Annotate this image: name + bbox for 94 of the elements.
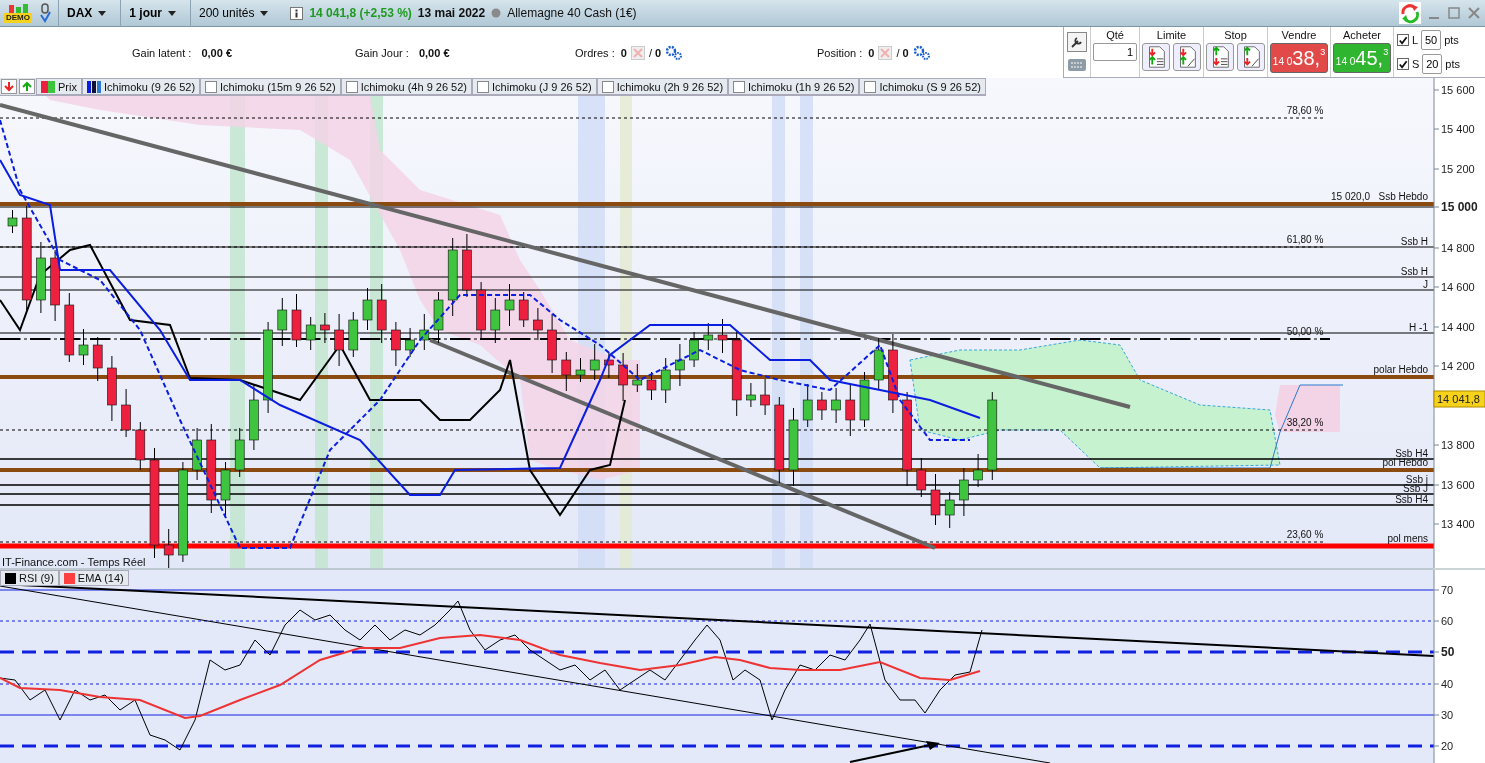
instrument-name: Allemagne 40 Cash (1€) <box>507 6 637 20</box>
counter-text: Position : 0 <box>817 46 875 59</box>
fibonacci-label: 38,20 % <box>1286 417 1324 428</box>
keyboard-icon[interactable] <box>1067 58 1087 72</box>
quantity-field[interactable]: 1 <box>1093 43 1137 61</box>
offset-label: L <box>1412 34 1419 46</box>
pending-count: / 0 <box>896 46 909 59</box>
gears-icon[interactable] <box>665 44 684 61</box>
indicator-legend-item[interactable]: Ichimoku (4h 9 26 52) <box>340 78 472 95</box>
stop-label: Stop <box>1224 29 1247 41</box>
gain-text: Gain Jour : 0,00 € <box>355 46 451 59</box>
offset-label: S <box>1412 58 1420 70</box>
offset-field[interactable]: 20 <box>1422 54 1443 74</box>
level-value: 15 020,0 <box>1331 191 1370 202</box>
indicator-legend-item[interactable]: Ichimoku (1h 9 26 52) <box>728 78 860 95</box>
level-label: Ssb H4 <box>1395 494 1428 505</box>
close-icon[interactable] <box>1467 6 1481 20</box>
unit-label: pts <box>1444 34 1459 46</box>
fibonacci-label: 50,00 % <box>1286 326 1324 337</box>
level-label: H -1 <box>1409 322 1428 333</box>
data-source-label: IT-Finance.com - Temps Réel <box>2 556 146 568</box>
pin-icon[interactable] <box>38 2 52 24</box>
indicator-legend-item[interactable]: EMA (14) <box>58 570 129 586</box>
bar-chart-icon <box>7 3 29 13</box>
limit-order-button[interactable] <box>1173 43 1201 71</box>
fibonacci-label: 78,60 % <box>1286 105 1324 116</box>
dropdown-button[interactable]: DAX <box>58 0 115 27</box>
up-arrow-icon[interactable] <box>19 79 35 94</box>
level-label: polar Hebdo <box>1373 364 1428 375</box>
level-label: pol Hebdo <box>1382 457 1428 468</box>
level-label: Ssb Hebdo <box>1378 191 1428 202</box>
indicator-legend-item[interactable]: Prix <box>36 78 82 95</box>
indicator-legend-item[interactable]: RSI (9) <box>0 570 59 586</box>
axis-label: 14 800 <box>1441 242 1475 254</box>
gears-icon[interactable] <box>912 44 931 61</box>
unit-label: pts <box>1445 58 1461 70</box>
offset-field[interactable]: 50 <box>1421 30 1442 50</box>
limit-label: Limite <box>1156 29 1187 41</box>
caret-icon <box>260 10 269 16</box>
wrench-icon[interactable] <box>1067 32 1087 52</box>
level-label: Ssb H <box>1400 266 1428 277</box>
axis-label: 30 <box>1441 709 1454 721</box>
axis-label: 50 <box>1441 645 1455 659</box>
axis-label: 13 800 <box>1441 439 1475 451</box>
demo-label: DEMO <box>4 12 32 23</box>
line-swatch-icon <box>86 80 101 93</box>
caret-icon <box>98 10 107 16</box>
indicator-legend-item[interactable]: Ichimoku (15m 9 26 52) <box>200 78 341 95</box>
stop-order-button[interactable] <box>1206 43 1234 71</box>
fibonacci-label: 23,60 % <box>1286 529 1324 540</box>
fibonacci-label: 61,80 % <box>1286 234 1324 245</box>
axis-label: 15 200 <box>1441 163 1475 175</box>
stop-order-button[interactable] <box>1237 43 1265 71</box>
checkbox[interactable] <box>1397 58 1409 70</box>
sell-label: Vendre <box>1281 29 1317 41</box>
refresh-icon[interactable] <box>1399 2 1421 24</box>
gain-text: Gain latent : 0,00 € <box>132 46 234 59</box>
buy-label: Acheter <box>1343 29 1381 41</box>
axis-label: 14 400 <box>1441 321 1475 333</box>
axis-label: 20 <box>1441 740 1454 752</box>
price-swatch-icon <box>41 80 55 93</box>
level-label: J <box>1423 279 1428 290</box>
caret-icon <box>168 10 176 16</box>
axis-label: 70 <box>1441 584 1454 596</box>
axis-label: 15 600 <box>1441 84 1475 96</box>
axis-label: 60 <box>1441 615 1454 627</box>
axis-label: 14 600 <box>1441 281 1475 293</box>
indicator-legend-item[interactable]: Ichimoku (2h 9 26 52) <box>596 78 729 95</box>
level-label: Ssb J <box>1403 483 1428 494</box>
axis-label: 15 400 <box>1441 123 1475 135</box>
pending-count: / 0 <box>648 46 662 59</box>
counter-text: Ordres : 0 <box>575 46 627 59</box>
axis-label: 13 400 <box>1441 518 1475 530</box>
down-arrow-icon[interactable] <box>1 79 17 94</box>
level-label: Ssb H4 <box>1395 448 1428 459</box>
indicator-legend-item[interactable]: Ichimoku (9 26 52) <box>81 78 201 95</box>
quote-date: 13 mai 2022 <box>417 6 486 20</box>
checkbox[interactable] <box>1397 34 1409 46</box>
quantity-label: Qté <box>1106 29 1124 41</box>
indicator-legend-item[interactable]: Ichimoku (S 9 26 52) <box>859 78 986 95</box>
price-change: 14 041,8 (+2,53 %) <box>309 6 412 20</box>
level-label: Ssb H <box>1400 236 1428 247</box>
dropdown-button[interactable]: 200 unités <box>190 0 277 27</box>
axis-label: 13 600 <box>1441 479 1475 491</box>
status-dot-icon <box>491 8 502 18</box>
indicator-legend-item[interactable]: Ichimoku (J 9 26 52) <box>472 78 597 95</box>
current-price-badge: 14 041,8 <box>1433 390 1485 408</box>
axis-label: 40 <box>1441 678 1454 690</box>
info-icon[interactable] <box>290 6 304 20</box>
level-label: pol mens <box>1387 533 1428 544</box>
axis-label: 15 000 <box>1441 200 1478 214</box>
limit-order-button[interactable] <box>1142 43 1170 71</box>
dropdown-button[interactable]: 1 jour <box>120 0 184 27</box>
axis-label: 14 200 <box>1441 360 1475 372</box>
